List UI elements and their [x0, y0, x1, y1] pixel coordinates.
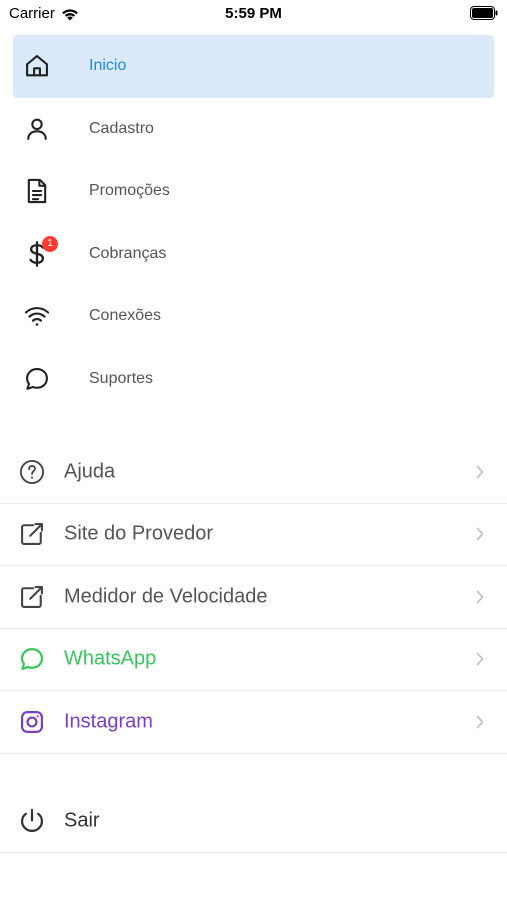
external-link-icon	[21, 585, 43, 608]
menu-item-cadastro[interactable]: Cadastro	[13, 98, 494, 161]
menu-item-label: Promoções	[89, 182, 170, 200]
logout-label: Sair	[64, 809, 100, 832]
status-bar: Carrier 5:59 PM	[0, 0, 507, 28]
menu-item-label: Cobranças	[89, 244, 167, 262]
chat-bubble-icon	[26, 367, 48, 390]
whatsapp-icon	[20, 648, 44, 671]
main-menu: Inicio Cadastro Promoções 1 Cobranças Co…	[0, 35, 507, 410]
menu-item-conexoes[interactable]: Conexões	[13, 285, 494, 348]
document-icon	[27, 179, 47, 204]
menu-item-label: Suportes	[89, 369, 154, 387]
list-item-whatsapp[interactable]: WhatsApp	[0, 629, 507, 691]
list-item-label: Instagram	[64, 710, 153, 733]
menu-item-inicio[interactable]: Inicio	[13, 35, 494, 98]
external-link-icon	[21, 523, 43, 546]
secondary-list: Ajuda Site do Provedor Medidor de Veloci…	[0, 441, 507, 754]
menu-item-promocoes[interactable]: Promoções	[13, 160, 494, 223]
battery-icon	[470, 6, 498, 24]
logout-button[interactable]: Sair	[0, 790, 507, 853]
home-icon	[26, 55, 48, 77]
list-item-site-do-provedor[interactable]: Site do Provedor	[0, 504, 507, 566]
chevron-right-icon	[476, 465, 484, 479]
list-item-medidor-de-velocidade[interactable]: Medidor de Velocidade	[0, 566, 507, 629]
list-item-label: Ajuda	[64, 460, 116, 483]
list-item-label: WhatsApp	[64, 647, 157, 670]
user-icon	[27, 118, 47, 140]
menu-item-label: Conexões	[89, 307, 162, 325]
menu-item-cobrancas[interactable]: 1 Cobranças	[13, 223, 494, 286]
chevron-right-icon	[476, 652, 484, 666]
menu-item-label: Cadastro	[89, 119, 154, 137]
wifi-icon	[24, 307, 50, 327]
chevron-right-icon	[476, 590, 484, 604]
list-item-instagram[interactable]: Instagram	[0, 691, 507, 754]
chevron-right-icon	[476, 715, 484, 729]
power-icon	[20, 808, 44, 833]
notification-badge: 1	[42, 235, 58, 252]
chevron-right-icon	[476, 527, 484, 541]
menu-item-suportes[interactable]: Suportes	[13, 348, 494, 411]
help-circle-icon	[19, 459, 45, 484]
list-item-label: Site do Provedor	[64, 522, 213, 545]
menu-item-label: Inicio	[89, 57, 127, 75]
list-item-ajuda[interactable]: Ajuda	[0, 441, 507, 504]
status-time: 5:59 PM	[225, 5, 282, 22]
app-screen: Carrier 5:59 PM Inicio Cadastro Promoçõe…	[0, 0, 507, 900]
instagram-icon	[20, 710, 44, 733]
list-item-label: Medidor de Velocidade	[64, 585, 268, 608]
